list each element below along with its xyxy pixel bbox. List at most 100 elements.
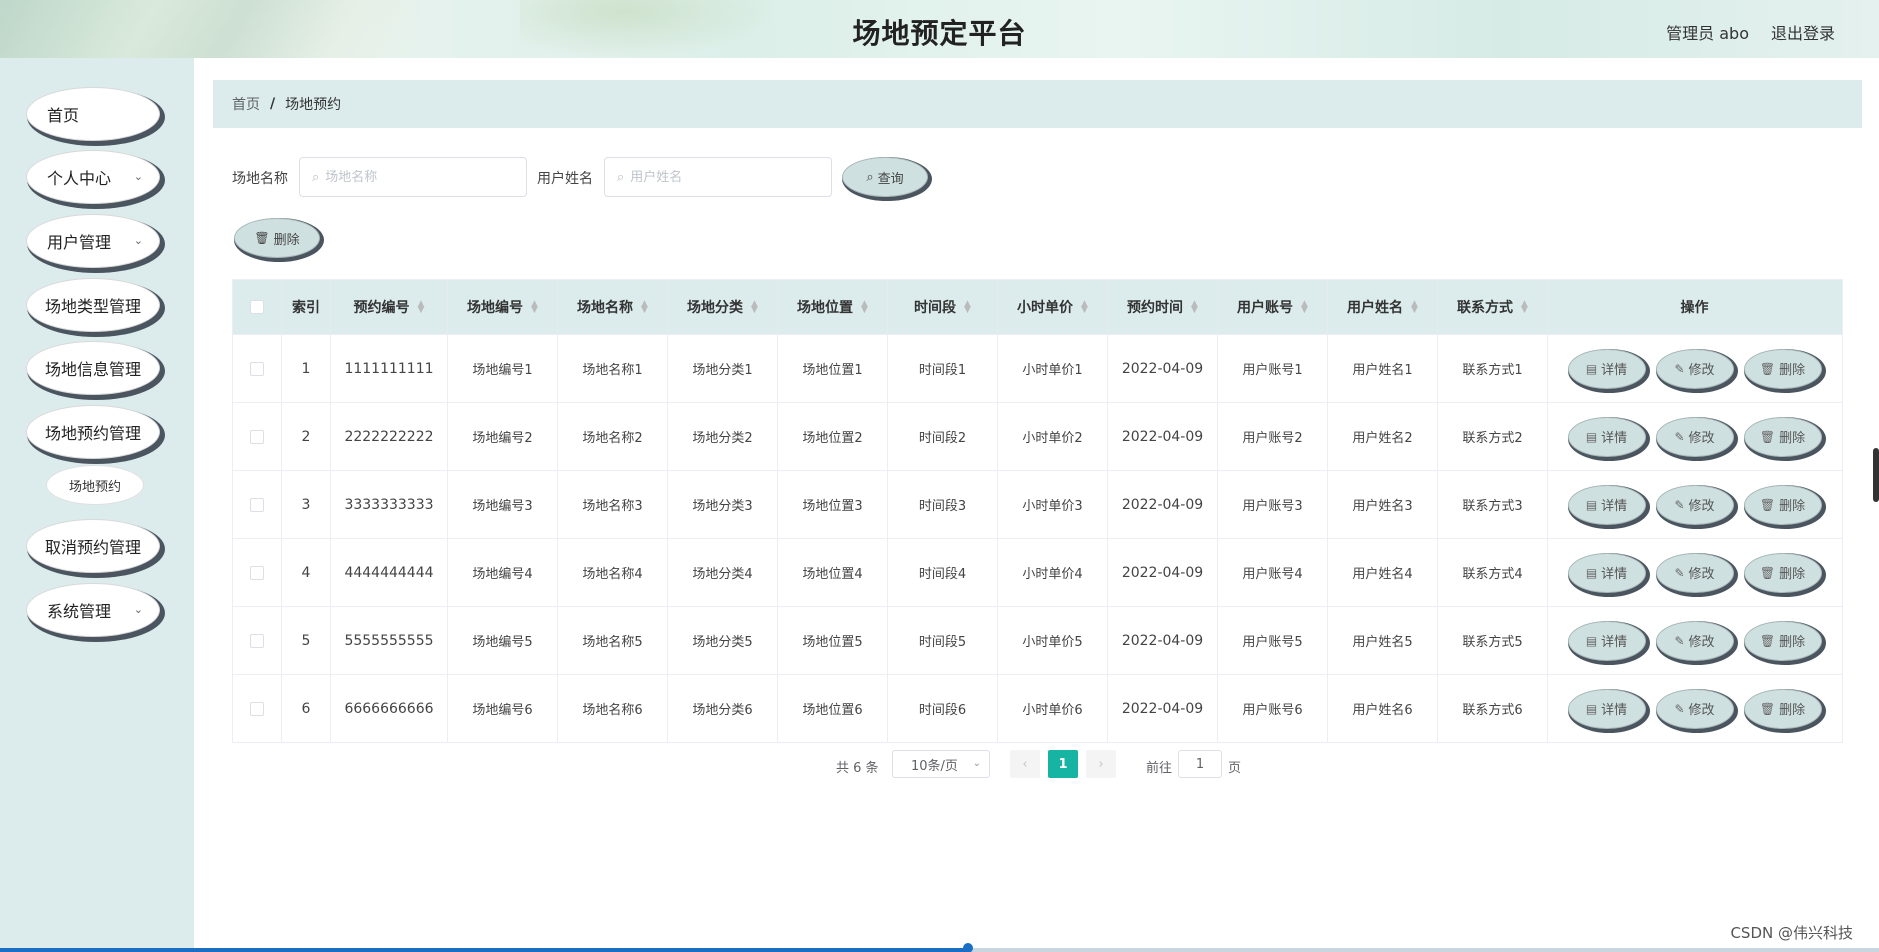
delete-button[interactable]: 🗑 删除 — [1743, 688, 1822, 729]
sidebar-item-venue-info-management[interactable]: 场地信息管理 — [26, 341, 160, 395]
column-header-venue-category[interactable]: 场地分类 ▲ ▼ — [668, 280, 778, 334]
sidebar-item-system-management[interactable]: 系统管理 ⌄ — [26, 583, 160, 637]
edit-button-label: 修改 — [1688, 635, 1715, 650]
delete-button[interactable]: 🗑 删除 — [1743, 348, 1822, 389]
breadcrumb-home[interactable]: 首页 — [232, 94, 260, 114]
sidebar-item-label: 用户管理 — [47, 233, 112, 252]
detail-button[interactable]: ▤ 详情 — [1567, 348, 1646, 389]
sort-icon[interactable]: ▲ ▼ — [1521, 300, 1528, 315]
sidebar-item-user-management[interactable]: 用户管理 ⌄ — [26, 214, 160, 268]
detail-button[interactable]: ▤ 详情 — [1567, 484, 1646, 525]
edit-button[interactable]: ✎ 修改 — [1655, 552, 1734, 593]
sidebar-item-personal-center[interactable]: 个人中心 ⌄ — [26, 150, 160, 204]
sidebar-item-cancel-booking-management[interactable]: 取消预约管理 — [26, 519, 160, 573]
breadcrumb-separator: / — [270, 96, 276, 112]
row-checkbox[interactable] — [250, 361, 264, 376]
progress-handle[interactable] — [963, 943, 973, 952]
sort-icon[interactable]: ▲ ▼ — [418, 300, 425, 315]
column-header-label: 场地名称 — [577, 300, 634, 316]
detail-button[interactable]: ▤ 详情 — [1567, 416, 1646, 457]
sort-icon[interactable]: ▲ ▼ — [861, 300, 868, 315]
sort-icon[interactable]: ▲ ▼ — [641, 300, 648, 315]
column-header-contact[interactable]: 联系方式 ▲ ▼ — [1438, 280, 1548, 334]
video-progress-bar[interactable] — [0, 948, 1879, 952]
sort-icon[interactable]: ▲ ▼ — [751, 300, 758, 315]
row-select-cell — [233, 607, 282, 674]
edit-button-label: 修改 — [1688, 499, 1715, 514]
column-header-user-account[interactable]: 用户账号 ▲ ▼ — [1218, 280, 1328, 334]
column-header-venue-name[interactable]: 场地名称 ▲ ▼ — [558, 280, 668, 334]
delete-button[interactable]: 🗑 删除 — [1743, 484, 1822, 525]
column-header-time-slot[interactable]: 时间段 ▲ ▼ — [888, 280, 998, 334]
logout-link[interactable]: 退出登录 — [1771, 20, 1835, 44]
column-header-label: 场地分类 — [687, 300, 744, 316]
delete-button[interactable]: 🗑 删除 — [1743, 416, 1822, 457]
detail-button[interactable]: ▤ 详情 — [1567, 688, 1646, 729]
column-header-venue-no[interactable]: 场地编号 ▲ ▼ — [448, 280, 558, 334]
prev-page-button[interactable]: ‹ — [1010, 750, 1040, 778]
edit-button[interactable]: ✎ 修改 — [1655, 484, 1734, 525]
delete-button-label: 删除 — [1779, 431, 1806, 446]
sort-icon[interactable]: ▲ ▼ — [964, 300, 971, 315]
batch-delete-button[interactable]: 🗑 删除 — [234, 218, 320, 258]
sidebar-item-home[interactable]: 首页 — [26, 87, 160, 141]
edit-button[interactable]: ✎ 修改 — [1655, 416, 1734, 457]
venue-name-field[interactable]: ⌕ — [299, 157, 527, 197]
sort-icon[interactable]: ▲ ▼ — [1081, 300, 1088, 315]
column-header-venue-location[interactable]: 场地位置 ▲ ▼ — [778, 280, 888, 334]
column-header-user-name[interactable]: 用户姓名 ▲ ▼ — [1328, 280, 1438, 334]
sidebar-item-venue-booking-management[interactable]: 场地预约管理 — [26, 405, 160, 459]
cell-contact: 联系方式5 — [1438, 607, 1548, 674]
user-name-input[interactable] — [630, 169, 811, 185]
cell-user-account: 用户账号4 — [1218, 539, 1328, 606]
cell-time-slot: 时间段3 — [888, 471, 998, 538]
row-checkbox[interactable] — [250, 701, 264, 716]
cell-venue-location: 场地位置4 — [778, 539, 888, 606]
cell-booking-time: 2022-04-09 — [1108, 335, 1218, 402]
row-checkbox[interactable] — [250, 497, 264, 512]
scrollbar-handle[interactable] — [1873, 448, 1879, 502]
next-page-button[interactable]: › — [1086, 750, 1116, 778]
sidebar-item-venue-type-management[interactable]: 场地类型管理 — [26, 278, 160, 332]
page-number-button[interactable]: 1 — [1048, 750, 1078, 778]
detail-button[interactable]: ▤ 详情 — [1567, 552, 1646, 593]
venue-name-input[interactable] — [325, 169, 506, 185]
table-row: 6 6666666666 场地编号6 场地名称6 场地分类6 场地位置6 时间段6 小时单价6… — [233, 674, 1842, 742]
app-title: 场地预定平台 — [852, 17, 1027, 50]
breadcrumb: 首页 / 场地预约 — [213, 80, 1862, 128]
delete-button[interactable]: 🗑 删除 — [1743, 620, 1822, 661]
cell-venue-no: 场地编号4 — [448, 539, 558, 606]
sort-icon[interactable]: ▲ ▼ — [531, 300, 538, 315]
sidebar-subitem-venue-booking[interactable]: 场地预约 — [46, 465, 144, 505]
user-name-field[interactable]: ⌕ — [604, 157, 832, 197]
column-header-hourly-price[interactable]: 小时单价 ▲ ▼ — [998, 280, 1108, 334]
cell-user-account: 用户账号1 — [1218, 335, 1328, 402]
row-actions-cell: ▤ 详情 ✎ 修改 🗑 删除 — [1548, 675, 1841, 742]
edit-button[interactable]: ✎ 修改 — [1655, 688, 1734, 729]
delete-button[interactable]: 🗑 删除 — [1743, 552, 1822, 593]
row-checkbox[interactable] — [250, 565, 264, 580]
goto-page-input[interactable]: 1 — [1178, 750, 1222, 778]
document-icon: ▤ — [1585, 633, 1598, 648]
select-all-checkbox[interactable] — [250, 300, 264, 314]
sort-icon[interactable]: ▲ ▼ — [1411, 300, 1418, 315]
column-header-booking-time[interactable]: 预约时间 ▲ ▼ — [1108, 280, 1218, 334]
cell-venue-location: 场地位置5 — [778, 607, 888, 674]
sort-icon[interactable]: ▲ ▼ — [1301, 300, 1308, 315]
edit-button[interactable]: ✎ 修改 — [1655, 348, 1734, 389]
trash-icon: 🗑 — [1759, 497, 1776, 512]
detail-button[interactable]: ▤ 详情 — [1567, 620, 1646, 661]
column-header-booking-no[interactable]: 预约编号 ▲ ▼ — [331, 280, 448, 334]
booking-table: 索引 预约编号 ▲ ▼ 场地编号 ▲ ▼ 场地名称 ▲ ▼ 场地分类 ▲ ▼ 场地位置 ▲ ▼ 时间… — [232, 279, 1843, 743]
query-button[interactable]: ⌕ 查询 — [842, 157, 928, 197]
sort-icon[interactable]: ▲ ▼ — [1191, 300, 1198, 315]
row-checkbox[interactable] — [250, 633, 264, 648]
row-checkbox[interactable] — [250, 429, 264, 444]
table-row: 1 1111111111 场地编号1 场地名称1 场地分类1 场地位置1 时间段1 小时单价1… — [233, 334, 1842, 402]
page-size-select[interactable]: 10条/页 ⌄ — [892, 750, 990, 778]
sidebar-item-label: 场地预约管理 — [45, 424, 142, 443]
edit-button[interactable]: ✎ 修改 — [1655, 620, 1734, 661]
cell-venue-category: 场地分类3 — [668, 471, 778, 538]
trash-icon: 🗑 — [1759, 361, 1776, 376]
pencil-icon: ✎ — [1674, 429, 1685, 444]
